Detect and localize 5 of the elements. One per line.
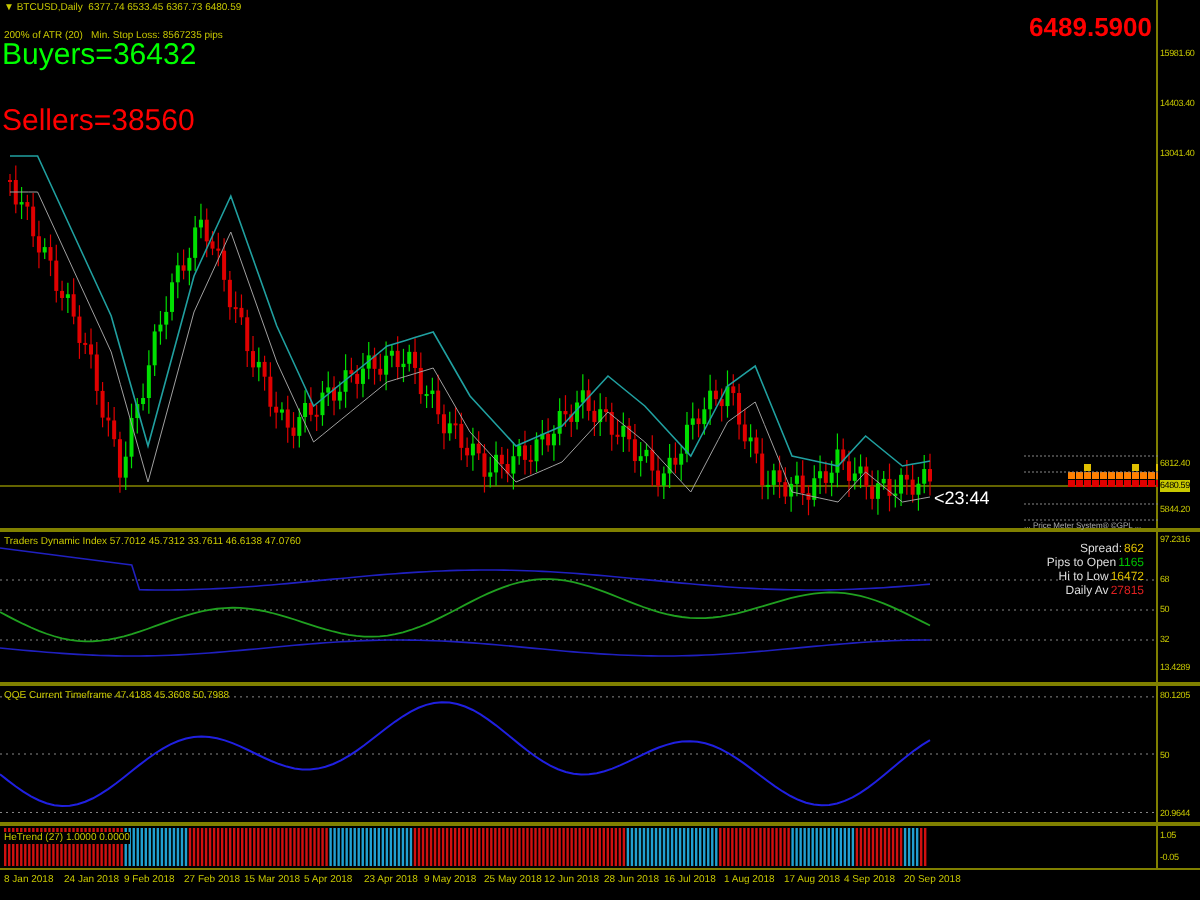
sellers-count: Sellers=38560 xyxy=(2,106,195,138)
current-price: 6489.5900 xyxy=(1029,14,1152,42)
price-meter-drawing xyxy=(1068,464,1158,487)
buyers-count: Buyers=36432 xyxy=(2,40,197,72)
candle-countdown: <23:44 xyxy=(934,488,990,508)
